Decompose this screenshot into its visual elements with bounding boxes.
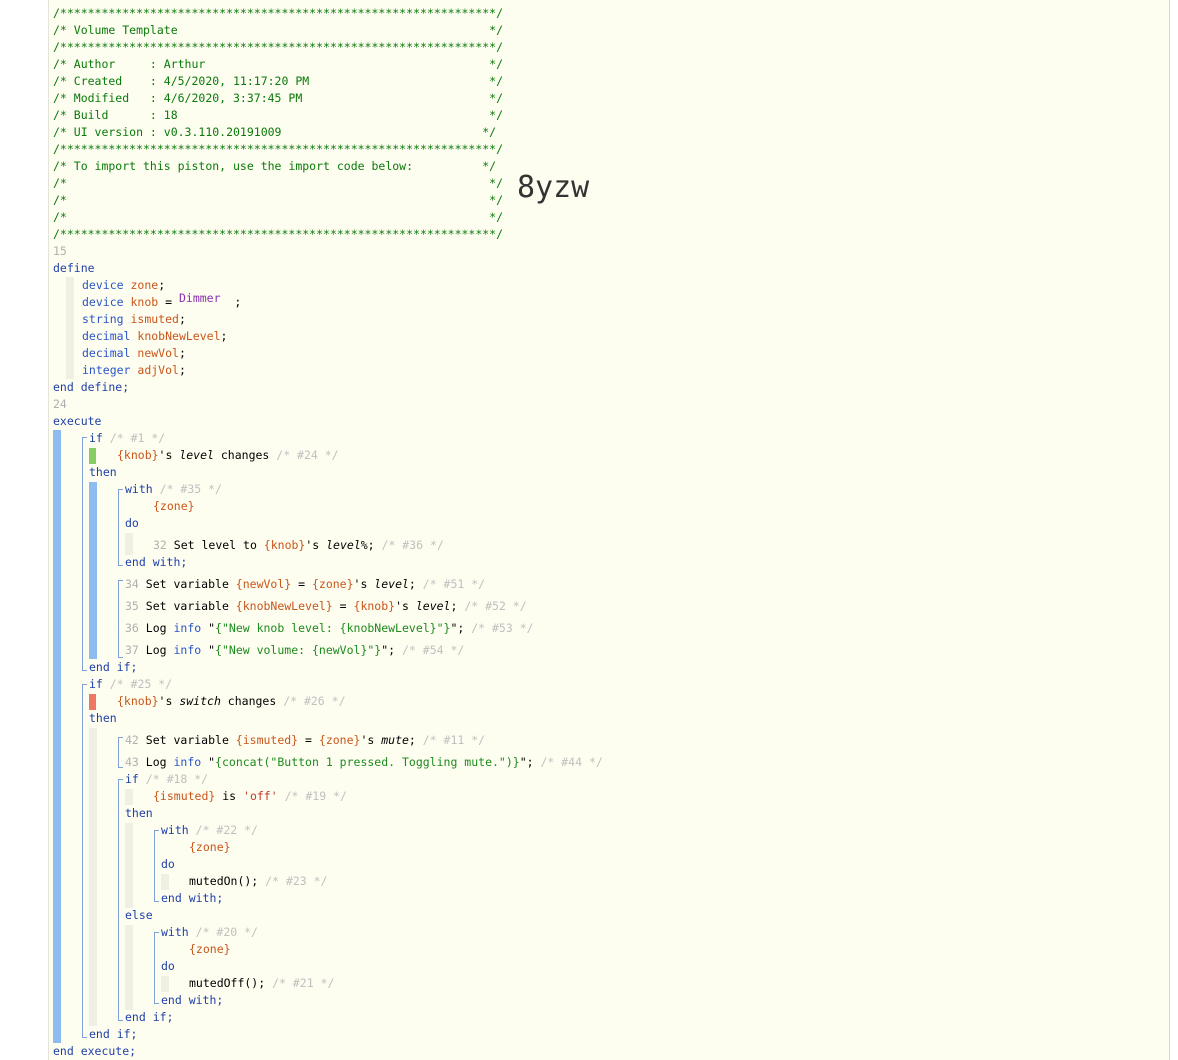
with20-do-bar	[161, 976, 169, 992]
with22-do[interactable]: do	[161, 856, 175, 872]
if1-keyword[interactable]: if /* #1 */	[89, 430, 165, 446]
with35-do[interactable]: do	[125, 515, 139, 531]
end-define[interactable]: end define;	[53, 379, 129, 395]
with35-do-bar	[125, 533, 133, 555]
if18-keyword[interactable]: if /* #18 */	[125, 771, 208, 787]
if2-end[interactable]: end if;	[89, 1026, 137, 1042]
with22-device[interactable]: {zone}	[189, 839, 231, 855]
if18-else-bar	[125, 925, 133, 1010]
statement-36[interactable]: 36 Log info "{"New knob level: {knobNewL…	[125, 620, 534, 636]
with35-end[interactable]: end with;	[125, 554, 187, 570]
with20-bracket	[154, 932, 159, 1004]
if18-condition-bar	[125, 789, 133, 805]
if2-then[interactable]: then	[89, 710, 117, 726]
statement-32[interactable]: 32 Set level to {knob}'s level%; /* #36 …	[153, 537, 444, 553]
header-rule: /***************************************…	[53, 6, 504, 20]
statement-mutedon[interactable]: mutedOn(); /* #23 */	[189, 873, 327, 889]
define-var-newvol[interactable]: decimal newVol;	[82, 345, 186, 361]
define-var-zone[interactable]: device zone;	[82, 277, 165, 293]
with22-do-bar	[161, 874, 169, 890]
define-var-ismuted[interactable]: string ismuted;	[82, 311, 186, 327]
with22-bracket	[154, 830, 159, 902]
statement-37[interactable]: 37 Log info "{"New volume: {newVol}"}"; …	[125, 642, 464, 658]
if18-bracket	[118, 779, 123, 1021]
header-import-note: /* To import this piston, use the import…	[53, 159, 497, 173]
define-var-adjvol[interactable]: integer adjVol;	[82, 362, 186, 378]
with20-device[interactable]: {zone}	[189, 941, 231, 957]
statement-mutedoff[interactable]: mutedOff(); /* #21 */	[189, 975, 334, 991]
with20-keyword[interactable]: with /* #20 */	[161, 924, 258, 940]
if2-bracket	[82, 684, 87, 1038]
with35-device[interactable]: {zone}	[153, 498, 195, 514]
with22-end[interactable]: end with;	[161, 890, 223, 906]
define-var-knob[interactable]: device knob = Dimmer ;	[82, 291, 241, 310]
if1-then-bar	[89, 482, 97, 659]
if2-then-bar	[89, 728, 97, 1026]
define-var-knobnewlevel[interactable]: decimal knobNewLevel;	[82, 328, 227, 344]
header-blank: /* */	[53, 210, 504, 224]
if2-condition[interactable]: {knob}'s switch changes /* #26 */	[117, 693, 346, 709]
statements-bracket	[118, 580, 123, 658]
header-author: /* Author : Arthur */	[53, 57, 504, 71]
define-keyword[interactable]: define	[53, 260, 95, 276]
header-title: /* Volume Template */	[53, 23, 504, 37]
execute-keyword[interactable]: execute	[53, 413, 101, 429]
if18-else[interactable]: else	[125, 907, 153, 923]
if18-then-bar	[125, 823, 133, 908]
if2-keyword[interactable]: if /* #25 */	[89, 676, 172, 692]
header-rule: /***************************************…	[53, 227, 504, 241]
header-blank: /* */	[53, 193, 504, 207]
line-number: 15	[53, 244, 67, 258]
header-rule: /***************************************…	[53, 40, 504, 54]
left-gutter	[0, 0, 48, 1060]
statement-42[interactable]: 42 Set variable {ismuted} = {zone}'s mut…	[125, 732, 485, 748]
with20-do[interactable]: do	[161, 958, 175, 974]
with35-bracket	[118, 489, 123, 566]
import-code[interactable]: 8yzw	[517, 170, 589, 205]
if1-condition-status	[89, 448, 96, 464]
end-execute[interactable]: end execute;	[53, 1043, 136, 1059]
statement-43[interactable]: 43 Log info "{concat("Button 1 pressed. …	[125, 754, 603, 770]
line-number: 24	[53, 397, 67, 411]
header-build: /* Build : 18 */	[53, 108, 504, 122]
header-ui-version: /* UI version : v0.3.110.20191009 */	[53, 125, 497, 139]
header-modified: /* Modified : 4/6/2020, 3:37:45 PM */	[53, 91, 504, 105]
header-blank: /* */	[53, 176, 504, 190]
with22-keyword[interactable]: with /* #22 */	[161, 822, 258, 838]
if1-end[interactable]: end if;	[89, 659, 137, 675]
if1-condition[interactable]: {knob}'s level changes /* #24 */	[117, 447, 339, 463]
with20-end[interactable]: end with;	[161, 992, 223, 1008]
if2-condition-status	[89, 694, 96, 710]
define-indent-bar	[66, 277, 74, 379]
header-rule: /***************************************…	[53, 142, 504, 156]
statement-35[interactable]: 35 Set variable {knobNewLevel} = {knob}'…	[125, 598, 527, 614]
if18-then[interactable]: then	[125, 805, 153, 821]
if2-statements-bracket	[118, 737, 123, 768]
if1-then[interactable]: then	[89, 464, 117, 480]
if18-condition[interactable]: {ismuted} is 'off' /* #19 */	[153, 788, 347, 804]
with35-keyword[interactable]: with /* #35 */	[125, 481, 222, 497]
if18-end[interactable]: end if;	[125, 1009, 173, 1025]
header-created: /* Created : 4/5/2020, 11:17:20 PM */	[53, 74, 504, 88]
statement-34[interactable]: 34 Set variable {newVol} = {zone}'s leve…	[125, 576, 485, 592]
execute-bar	[53, 430, 61, 1043]
if1-bracket	[82, 437, 87, 671]
